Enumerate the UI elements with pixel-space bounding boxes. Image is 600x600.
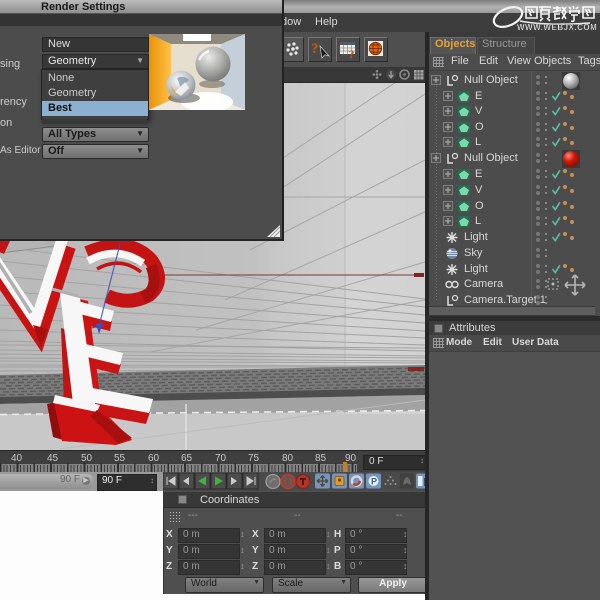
svg-text:?: ? [311,41,319,57]
svg-text:P: P [371,477,377,487]
svg-text:?: ? [349,47,355,61]
svg-text:WWW.WEBJX.COM: WWW.WEBJX.COM [517,23,597,32]
